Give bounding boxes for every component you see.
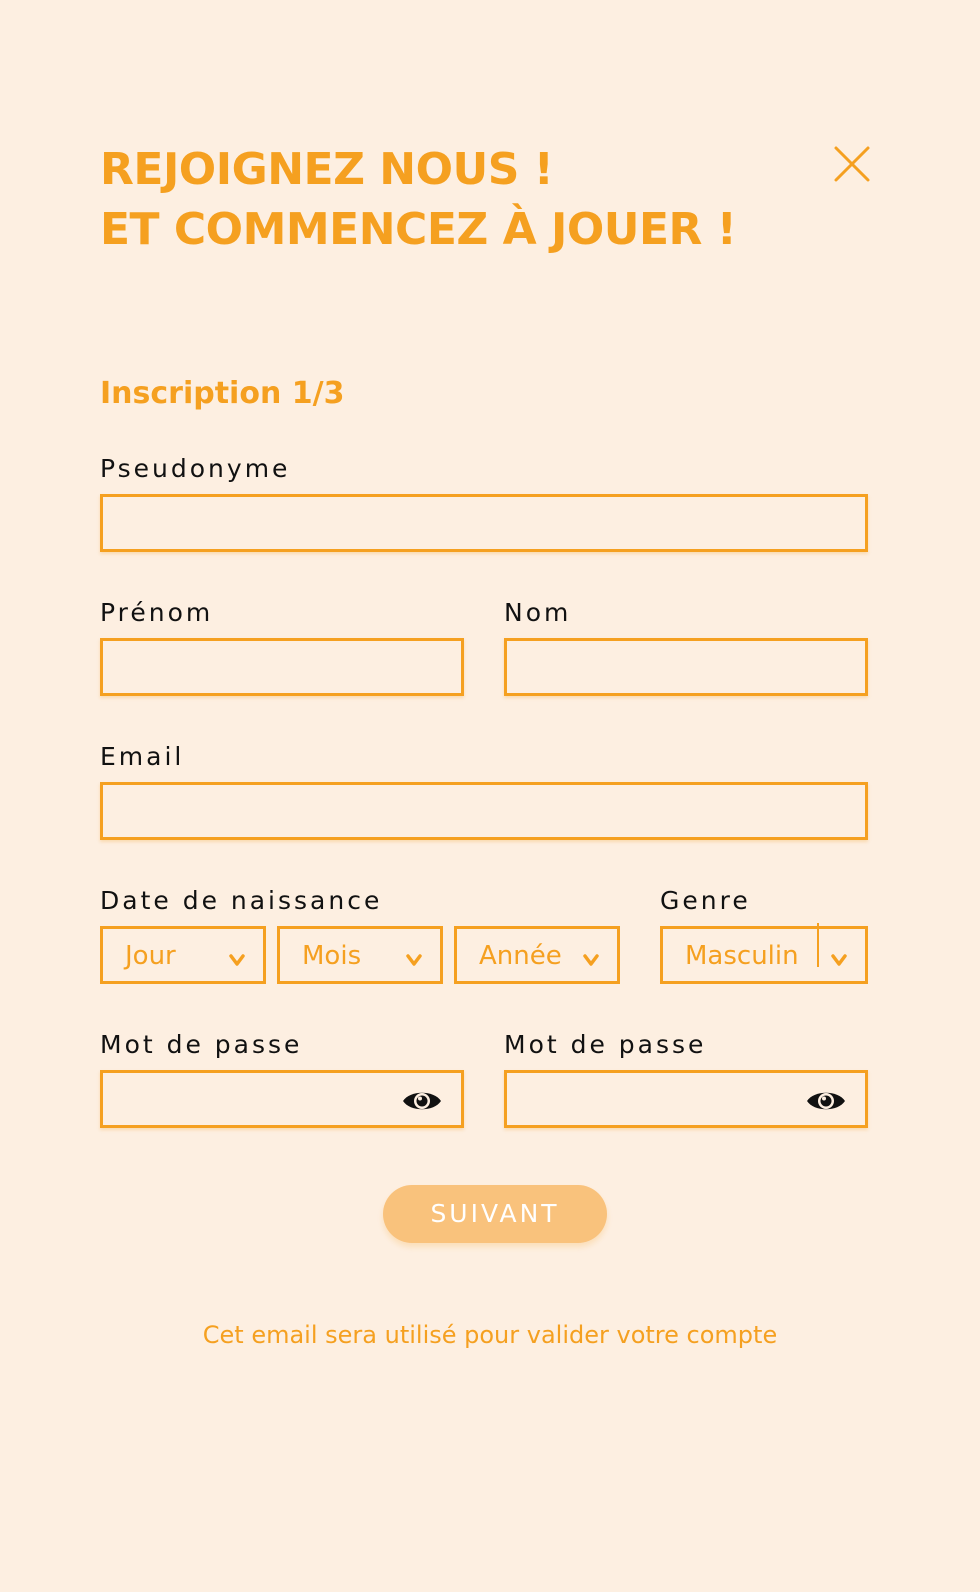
pseudonyme-input[interactable]: [103, 497, 865, 549]
nom-field-box: [504, 638, 868, 696]
birth-year-select[interactable]: Année: [454, 926, 620, 984]
eye-icon[interactable]: [401, 1087, 443, 1115]
next-button[interactable]: SUIVANT: [383, 1185, 607, 1243]
birth-day-value: Jour: [125, 941, 176, 971]
password-confirm-field-box: [504, 1070, 868, 1128]
close-button[interactable]: [832, 144, 872, 184]
title-line-2: ET COMMENCEZ À JOUER !: [100, 204, 737, 255]
birth-month-select[interactable]: Mois: [277, 926, 443, 984]
genre-select[interactable]: Masculin: [660, 923, 868, 984]
nom-label: Nom: [504, 598, 572, 627]
genre-value: Masculin: [685, 941, 799, 971]
chevron-down-icon: [406, 954, 422, 966]
title-line-1: REJOIGNEZ NOUS !: [100, 144, 554, 195]
password-confirm-label: Mot de passe: [504, 1030, 707, 1059]
birth-year-value: Année: [479, 941, 562, 971]
email-label: Email: [100, 742, 185, 771]
eye-icon[interactable]: [805, 1087, 847, 1115]
email-footnote: Cet email sera utilisé pour valider votr…: [202, 1321, 778, 1349]
birth-day-select[interactable]: Jour: [100, 926, 266, 984]
pseudonyme-field-box: [100, 494, 868, 552]
email-input[interactable]: [103, 785, 865, 837]
prenom-field-box: [100, 638, 464, 696]
password-label: Mot de passe: [100, 1030, 303, 1059]
step-indicator: Inscription 1/3: [100, 376, 345, 411]
page-title: REJOIGNEZ NOUS ! ET COMMENCEZ À JOUER !: [100, 140, 737, 260]
pseudonyme-label: Pseudonyme: [100, 454, 291, 483]
close-icon: [834, 146, 870, 182]
select-divider: [817, 923, 819, 967]
birthdate-label: Date de naissance: [100, 886, 383, 915]
email-field-box: [100, 782, 868, 840]
chevron-down-icon: [583, 954, 599, 966]
chevron-down-icon: [831, 954, 847, 966]
prenom-input[interactable]: [103, 641, 461, 693]
genre-label: Genre: [660, 886, 751, 915]
chevron-down-icon: [229, 954, 245, 966]
password-field-box: [100, 1070, 464, 1128]
prenom-label: Prénom: [100, 598, 214, 627]
nom-input[interactable]: [507, 641, 865, 693]
birth-month-value: Mois: [302, 941, 362, 971]
